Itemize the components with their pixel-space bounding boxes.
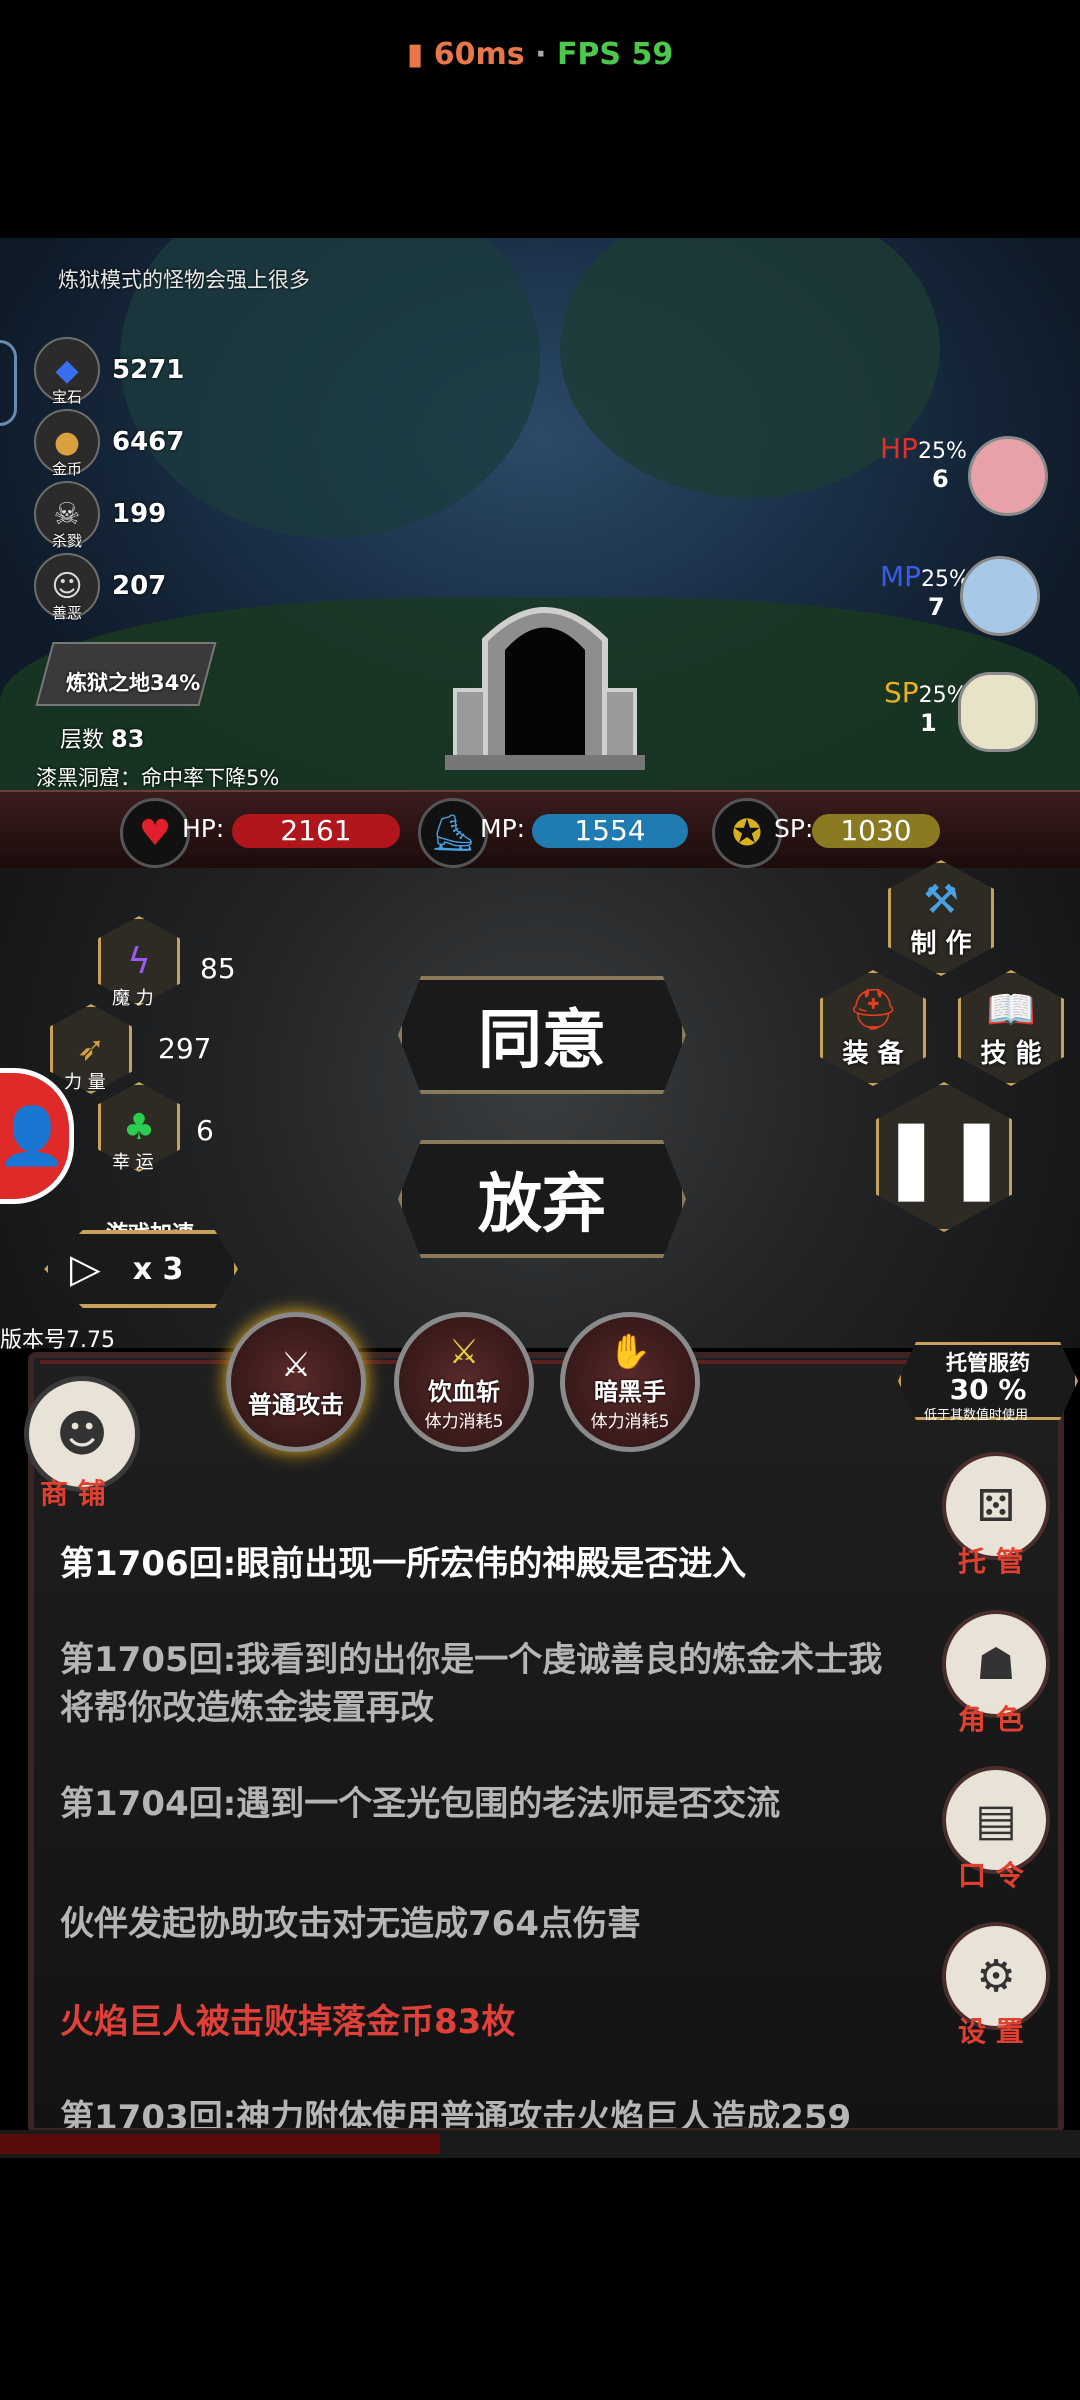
potion-label: HP (880, 432, 918, 465)
resource-kills: ☠ 杀戮 199 (34, 481, 184, 550)
dice-icon: ⚄ (976, 1480, 1016, 1532)
boot-icon: ⛸ (418, 798, 488, 868)
attr-strength-label: 力 量 (64, 1072, 106, 1093)
status-separator: · (535, 37, 547, 72)
mask-icon: ☺ 善恶 (34, 553, 100, 622)
log-entry: 第1706回:眼前出现一所宏伟的神殿是否进入 (60, 1544, 747, 1584)
floor-number: 83 (111, 725, 145, 753)
gear-icon: ⚙ (976, 1950, 1016, 2002)
auto-potion-pct: 30 % (949, 1373, 1027, 1406)
muscle-icon: ✪ (712, 798, 782, 868)
skill-blood-slash[interactable]: ⚔ 饮血斩 体力消耗5 (394, 1312, 534, 1452)
potion-label: MP (880, 560, 922, 593)
anvil-icon: ⚒ (923, 876, 959, 923)
floor-label: 层数 (60, 728, 105, 753)
log-entry: 第1705回:我看到的出你是一个虔诚善良的炼金术士我将帮你改造炼金装置再改 (60, 1640, 883, 1728)
attr-luck-label: 幸 运 (112, 1152, 154, 1173)
signal-icon: ▮ (406, 37, 424, 72)
user-icon: 👤 (0, 1104, 67, 1169)
potion-label: SP (884, 676, 919, 709)
log-entry: 第1703回:神力附体使用普通攻击火焰巨人造成259 (60, 2098, 852, 2128)
resource-list: ◆ 宝石 5271 ● 金币 6467 ☠ 杀戮 199 ☺ 善恶 207 (34, 337, 185, 622)
skill-dark-hand[interactable]: ✋ 暗黑手 体力消耗5 (560, 1312, 700, 1452)
karma-count: 207 (112, 571, 167, 601)
play-icon: ▷ (70, 1246, 101, 1292)
lightning-potion-icon[interactable] (960, 556, 1040, 636)
food-plate-icon[interactable] (958, 672, 1038, 752)
settings-label: 设 置 (958, 2015, 1024, 2048)
heart-potion-icon[interactable] (968, 436, 1048, 516)
agree-button[interactable]: 同意 (398, 976, 686, 1094)
hooded-figure-icon: ☗ (976, 1638, 1016, 1690)
skill-cost: 体力消耗5 (590, 1412, 670, 1432)
sleep-tab[interactable] (0, 340, 17, 426)
sp-bar: 1030 (812, 814, 940, 848)
coin-icon: ● 金币 (34, 409, 100, 478)
merchant-icon: ☻ (55, 1405, 109, 1463)
log-scroll-thumb[interactable] (0, 2134, 440, 2154)
mp-label: MP: (480, 814, 526, 843)
ping-readout: 60ms (433, 37, 525, 72)
dark-hand-icon: ✋ (608, 1332, 652, 1372)
code-label: 口 令 (958, 1859, 1024, 1892)
shop-label: 商 铺 (40, 1477, 106, 1510)
potion-pct: 25% (917, 439, 967, 464)
skull-icon: ☠ 杀戮 (34, 481, 100, 550)
resource-karma: ☺ 善恶 207 (34, 553, 184, 622)
attr-luck-value: 6 (196, 1114, 214, 1147)
resource-gems: ◆ 宝石 5271 (34, 337, 185, 406)
skill-label: 技 能 (980, 1039, 1042, 1069)
area-debuff: 漆黑洞窟：命中率下降5% (36, 766, 280, 790)
auto-potion-note: 低于其数值时使用 (924, 1408, 1029, 1423)
stone-gate-icon[interactable] (445, 580, 645, 770)
status-bar: ▮ 60ms · FPS 59 (0, 0, 1080, 110)
floor-info: 层数 83 (60, 722, 144, 754)
craft-label: 制 作 (910, 928, 972, 959)
version-label: 版本号7.75 (0, 1328, 115, 1353)
scroll-icon: ▤ (975, 1794, 1017, 1846)
hp-label: HP: (182, 814, 225, 843)
mp-bar: 1554 (532, 814, 688, 848)
gem-icon: ◆ 宝石 (34, 337, 100, 406)
log-entry: 第1704回:遇到一个圣光包围的老法师是否交流 (60, 1784, 781, 1824)
skill-normal-attack[interactable]: ⚔ 普通攻击 (226, 1312, 366, 1452)
character-label: 角 色 (958, 1703, 1024, 1736)
helmet-icon: ⛑ (847, 987, 899, 1033)
speed-button[interactable]: ▷ x 3 (44, 1230, 238, 1308)
resource-coins: ● 金币 6467 (34, 409, 185, 478)
divider (40, 1360, 1040, 1364)
attr-strength-value: 297 (158, 1032, 212, 1065)
auto-label: 托 管 (958, 1545, 1024, 1578)
skill-name: 暗黑手 (594, 1378, 666, 1406)
speed-multiplier: x 3 (132, 1251, 184, 1287)
pause-icon: ❚❚ (878, 1112, 1010, 1202)
mode-hint: 炼狱模式的怪物会强上很多 (58, 268, 310, 292)
attr-magic-label: 魔 力 (112, 988, 154, 1009)
location-name: 炼狱之地34% (66, 671, 201, 695)
coin-count: 6467 (112, 427, 185, 457)
attr-magic-value: 85 (200, 952, 236, 985)
log-entry: 火焰巨人被击败掉落金币83枚 (60, 2002, 516, 2042)
sword-icon: ⚔ (448, 1332, 480, 1372)
equip-label: 装 备 (842, 1039, 904, 1069)
sword-icon: ⚔ (280, 1344, 312, 1385)
gem-count: 5271 (112, 355, 185, 385)
skill-cost: 体力消耗5 (424, 1412, 504, 1432)
book-icon: 📖 (986, 987, 1036, 1033)
skill-name: 普通攻击 (248, 1390, 344, 1419)
log-entry: 伙伴发起协助攻击对无造成764点伤害 (60, 1904, 641, 1944)
skill-name: 饮血斩 (428, 1378, 500, 1406)
sp-label: SP: (774, 814, 814, 843)
heart-icon: ♥ (120, 798, 190, 868)
kill-count: 199 (112, 499, 167, 529)
fps-readout: FPS 59 (556, 37, 674, 72)
hp-bar: 2161 (232, 814, 400, 848)
abandon-button[interactable]: 放弃 (398, 1140, 686, 1258)
